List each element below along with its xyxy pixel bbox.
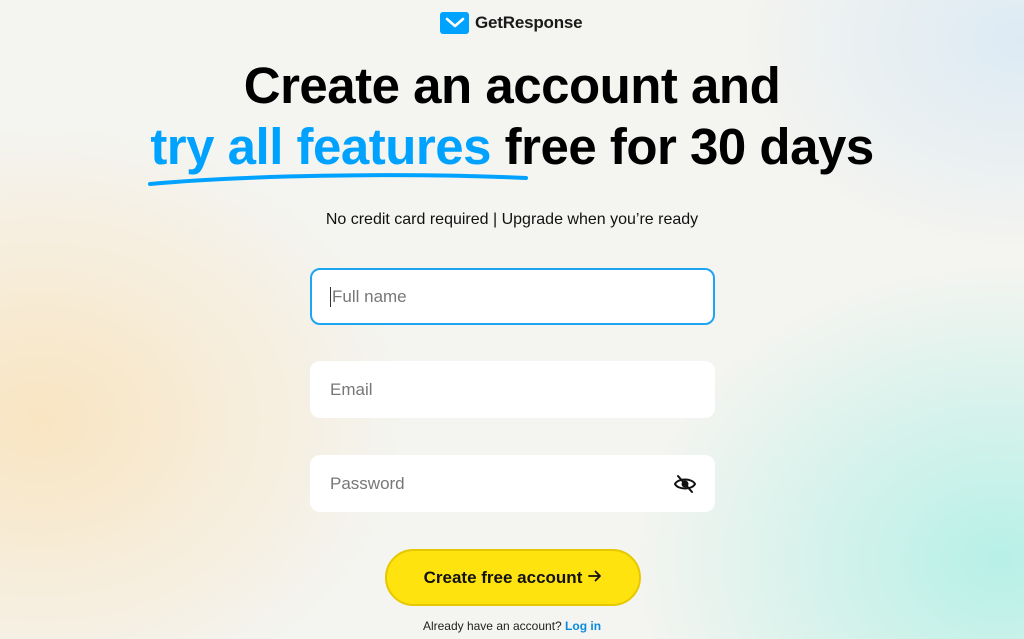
arrow-right-icon bbox=[588, 568, 602, 588]
email-placeholder: Email bbox=[330, 379, 373, 399]
full-name-field[interactable]: Full name bbox=[310, 268, 715, 325]
headline-line-2: try all features free for 30 days bbox=[0, 117, 1024, 186]
login-prompt: Already have an account? Log in bbox=[0, 619, 1024, 633]
password-placeholder: Password bbox=[330, 473, 405, 493]
headline-line-1: Create an account and bbox=[243, 57, 781, 114]
full-name-placeholder: Full name bbox=[332, 286, 407, 306]
brand-name: GetResponse bbox=[475, 13, 583, 32]
headline-highlight: try all features bbox=[148, 117, 529, 186]
password-field[interactable]: Password bbox=[310, 455, 715, 512]
eye-slash-icon[interactable] bbox=[673, 472, 697, 501]
brush-underline bbox=[148, 173, 529, 186]
brand-logo[interactable]: GetResponse bbox=[440, 12, 583, 34]
headline-rest: free for 30 days bbox=[504, 118, 875, 175]
login-link[interactable]: Log in bbox=[565, 619, 601, 633]
login-prompt-text: Already have an account? bbox=[422, 619, 562, 633]
create-account-label: Create free account bbox=[423, 567, 583, 587]
envelope-icon bbox=[440, 12, 469, 34]
subtitle: No credit card required | Upgrade when y… bbox=[325, 211, 699, 228]
create-account-button[interactable]: Create free account bbox=[385, 549, 641, 606]
text-caret bbox=[330, 286, 331, 307]
headline-highlight-text: try all features bbox=[150, 118, 491, 175]
email-field[interactable]: Email bbox=[310, 361, 715, 418]
